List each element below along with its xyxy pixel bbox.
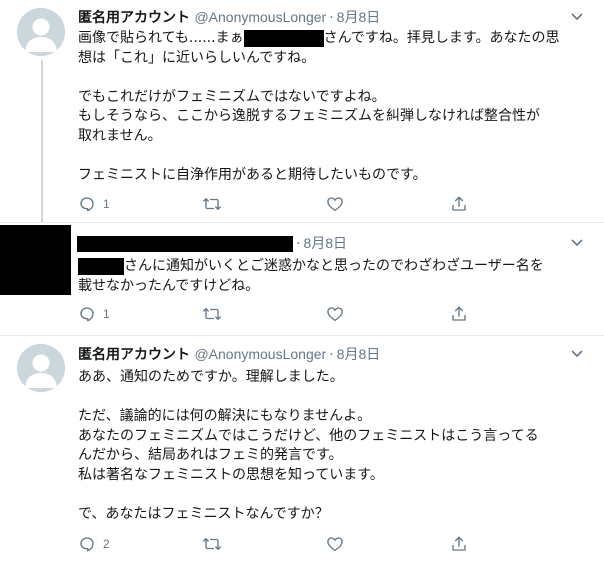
share-button[interactable] — [450, 534, 468, 554]
reply-count: 1 — [103, 307, 110, 321]
reply-icon — [80, 197, 94, 212]
like-button[interactable] — [326, 194, 344, 214]
like-icon — [327, 307, 343, 322]
retweet-icon — [203, 538, 221, 550]
tweet-header: 匿名用アカウント @AnonymousLonger · 8月8日 — [78, 346, 381, 363]
user-handle[interactable]: @AnonymousLonger — [194, 9, 326, 25]
share-icon — [452, 196, 466, 211]
retweet-button[interactable] — [202, 304, 222, 324]
redacted-name — [78, 257, 124, 275]
redacted-user[interactable] — [77, 236, 293, 252]
redacted-avatar[interactable] — [0, 225, 71, 295]
retweet-icon — [203, 198, 221, 210]
chevron-down-icon[interactable] — [570, 238, 584, 248]
tweet[interactable]: · 8月8日 さんに通知がいくとご迷惑かなと思ったのでわざわざユーザー名を 載せな… — [0, 222, 604, 335]
like-icon — [327, 197, 343, 212]
user-handle[interactable]: @AnonymousLonger — [194, 346, 326, 362]
tweet-text: ああ、通知のためですか。理解しました。 ただ、議論的には何の解決にもなりませんよ… — [78, 369, 539, 522]
share-button[interactable] — [450, 304, 468, 324]
retweet-button[interactable] — [202, 534, 222, 554]
default-avatar-icon — [17, 8, 65, 56]
tweet-header: 匿名用アカウント @AnonymousLonger · 8月8日 — [78, 9, 381, 26]
tweet-actions: 2 — [78, 534, 478, 554]
chevron-down-icon[interactable] — [570, 12, 584, 22]
tweet-text: さんに通知がいくとご迷惑かなと思ったのでわざわざユーザー名を 載せなかったんです… — [78, 257, 544, 294]
retweet-button[interactable] — [202, 194, 222, 214]
like-button[interactable] — [326, 534, 344, 554]
like-icon — [327, 537, 343, 552]
reply-count: 1 — [103, 197, 110, 211]
redacted-name — [243, 29, 324, 47]
reply-icon — [80, 537, 94, 552]
thread-line — [41, 60, 43, 222]
like-button[interactable] — [326, 304, 344, 324]
tweet-date[interactable]: 8月8日 — [337, 346, 381, 362]
share-button[interactable] — [450, 194, 468, 214]
avatar[interactable] — [17, 8, 65, 56]
retweet-icon — [203, 308, 221, 320]
chevron-down-icon[interactable] — [570, 349, 584, 359]
tweet[interactable]: 匿名用アカウント @AnonymousLonger · 8月8日 ああ、通知のためで… — [0, 335, 604, 570]
tweet-date[interactable]: 8月8日 — [303, 235, 347, 251]
tweet-actions: 1 — [78, 304, 478, 324]
default-avatar-icon — [17, 344, 65, 392]
display-name[interactable]: 匿名用アカウント — [78, 10, 190, 26]
reply-button[interactable]: 2 — [78, 534, 110, 554]
reply-button[interactable]: 1 — [78, 194, 110, 214]
reply-icon — [80, 307, 94, 322]
share-icon — [452, 536, 466, 551]
tweet-date[interactable]: 8月8日 — [337, 9, 381, 25]
share-icon — [452, 306, 466, 321]
tweet-text: 画像で貼られても......まぁ さんですね。拝見します。あなたの思 想は「これ」… — [78, 29, 560, 183]
avatar[interactable] — [17, 344, 65, 392]
tweet-actions: 1 — [78, 194, 478, 214]
tweet[interactable]: 匿名用アカウント @AnonymousLonger · 8月8日 画像で貼られても.… — [0, 0, 604, 222]
reply-count: 2 — [103, 537, 110, 551]
tweet-header: · 8月8日 — [77, 234, 347, 252]
reply-button[interactable]: 1 — [78, 304, 110, 324]
display-name[interactable]: 匿名用アカウント — [78, 347, 190, 363]
